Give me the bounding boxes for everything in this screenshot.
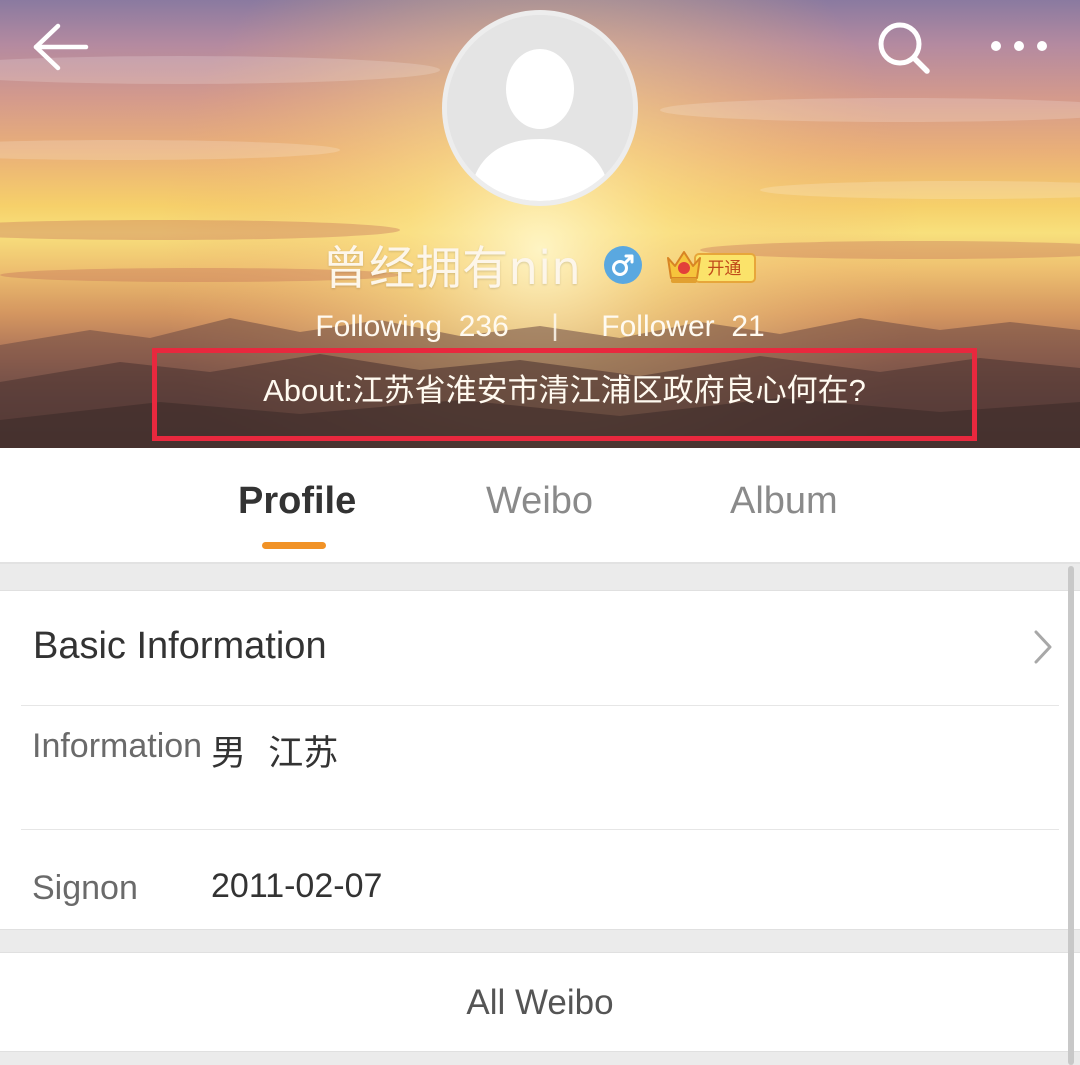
arrow-left-icon	[33, 23, 89, 71]
profile-tabs: Profile Weibo Album	[0, 448, 1080, 564]
follower-stat[interactable]: Follower 21	[601, 309, 765, 343]
info-row-signon: Signon 2011-02-07	[0, 831, 1080, 929]
tab-weibo[interactable]: Weibo	[486, 480, 593, 523]
more-options-button[interactable]	[980, 24, 1060, 68]
vip-label: 开通	[707, 259, 742, 279]
profile-screen: 曾经拥有nin 开通 Following 236 | Follower 21 A…	[0, 0, 1080, 1065]
search-button[interactable]	[872, 16, 936, 80]
signon-key: Signon	[32, 869, 138, 907]
following-stat[interactable]: Following 236	[315, 309, 517, 343]
stats-separator: |	[551, 309, 559, 343]
male-icon	[604, 246, 643, 284]
username: 曾经拥有nin	[322, 241, 582, 295]
about-bio-highlighted: About:江苏省淮安市清江浦区政府良心何在?	[152, 348, 977, 441]
divider	[21, 705, 1059, 706]
tab-profile[interactable]: Profile	[238, 480, 356, 523]
all-weibo-button[interactable]: All Weibo	[0, 952, 1080, 1052]
chevron-right-icon	[1034, 630, 1052, 664]
username-row: 曾经拥有nin 开通	[0, 232, 1080, 298]
avatar[interactable]	[442, 10, 638, 206]
tab-album[interactable]: Album	[730, 480, 838, 523]
info-row-information: Information 男 江苏	[0, 707, 1080, 829]
info-key: Information	[32, 727, 203, 765]
following-count: 236	[458, 309, 509, 343]
info-value: 男 江苏	[211, 734, 339, 774]
follower-label: Follower	[601, 309, 715, 343]
active-tab-indicator	[262, 542, 326, 549]
signon-value: 2011-02-07	[211, 867, 383, 905]
basic-info-card: Basic Information Information 男 江苏 Signo…	[0, 590, 1080, 930]
profile-cover: 曾经拥有nin 开通 Following 236 | Follower 21 A…	[0, 0, 1080, 448]
more-dots-icon	[991, 41, 1047, 51]
vip-badge[interactable]: 开通	[665, 244, 757, 286]
follower-count: 21	[731, 309, 765, 343]
all-weibo-label: All Weibo	[466, 983, 614, 1022]
basic-info-title: Basic Information	[33, 625, 327, 667]
back-button[interactable]	[28, 20, 92, 76]
basic-info-header[interactable]: Basic Information	[0, 591, 1080, 705]
divider	[21, 829, 1059, 830]
default-user-avatar-icon	[447, 15, 633, 201]
following-label: Following	[315, 309, 443, 343]
search-icon	[878, 22, 930, 74]
about-text: About:江苏省淮安市清江浦区政府良心何在?	[263, 373, 866, 408]
scrollbar[interactable]	[1068, 566, 1074, 1065]
